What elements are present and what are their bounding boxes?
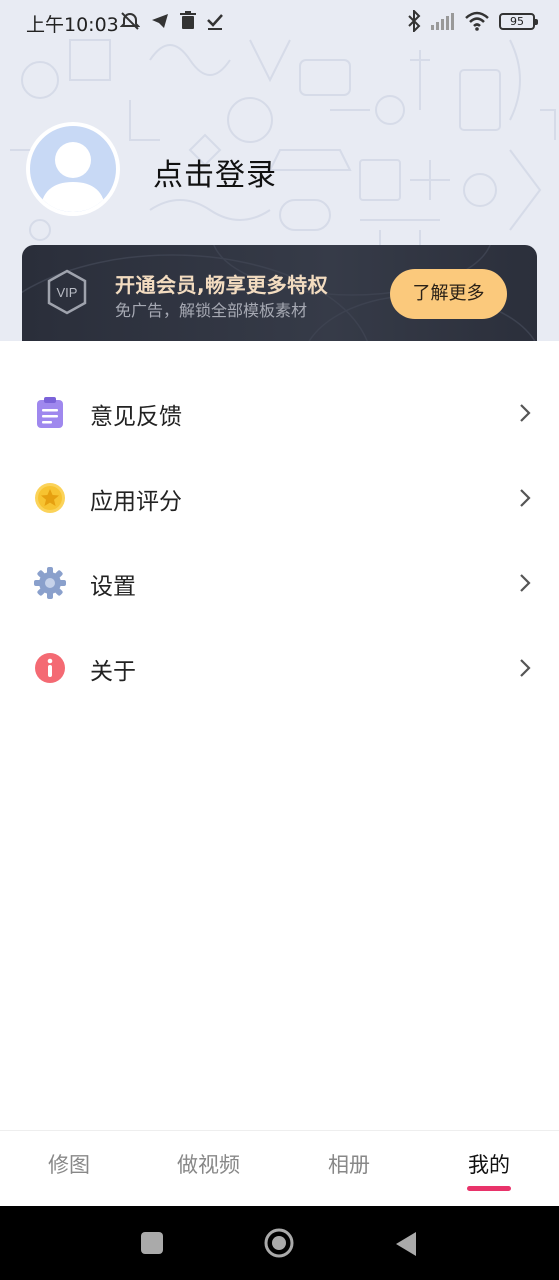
vip-title: 开通会员,畅享更多特权 — [115, 273, 329, 297]
tab-make-video[interactable]: 做视频 — [177, 1149, 240, 1179]
menu-label: 关于 — [90, 659, 136, 685]
back-button[interactable] — [394, 1231, 418, 1257]
learn-more-button[interactable]: 了解更多 — [390, 269, 507, 319]
avatar[interactable] — [26, 122, 120, 216]
battery-icon: 95 — [499, 12, 538, 30]
chevron-right-icon — [520, 489, 531, 507]
home-button[interactable] — [263, 1227, 295, 1259]
active-tab-indicator — [467, 1186, 511, 1191]
gear-icon — [34, 567, 66, 599]
trash-icon — [180, 11, 196, 29]
telegram-icon — [152, 14, 168, 28]
system-navigation-bar — [0, 1206, 559, 1280]
muted-alarm-icon — [120, 12, 140, 30]
vip-subtitle: 免广告，解锁全部模板素材 — [115, 301, 308, 320]
vip-badge-icon: VIP — [47, 269, 87, 315]
menu-item-feedback[interactable]: 意见反馈 — [0, 373, 559, 458]
bottom-tab-bar: 修图 做视频 相册 我的 — [0, 1130, 559, 1206]
recents-button[interactable] — [140, 1231, 164, 1255]
star-icon — [35, 483, 65, 513]
menu-item-rate-app[interactable]: 应用评分 — [0, 458, 559, 543]
default-user-icon — [40, 142, 106, 212]
settings-panel: 意见反馈 应用评分 设置 关于 — [0, 341, 559, 1130]
tab-mine[interactable]: 我的 — [468, 1149, 510, 1179]
chevron-right-icon — [520, 574, 531, 592]
menu-item-about[interactable]: 关于 — [0, 628, 559, 713]
vip-badge-text: VIP — [57, 285, 78, 300]
menu-item-settings[interactable]: 设置 — [0, 543, 559, 628]
chevron-right-icon — [520, 404, 531, 422]
info-icon — [35, 653, 65, 683]
login-link[interactable]: 点击登录 — [153, 150, 277, 194]
menu-label: 意见反馈 — [90, 404, 182, 430]
chevron-right-icon — [520, 659, 531, 677]
status-system-icons: 95 — [407, 10, 538, 32]
menu-label: 应用评分 — [90, 489, 182, 515]
wifi-icon — [465, 11, 489, 31]
bluetooth-icon — [408, 10, 421, 32]
menu-label: 设置 — [90, 574, 136, 600]
signal-icon — [431, 13, 454, 30]
status-bar: 上午10:03 95 — [0, 0, 559, 44]
tab-album[interactable]: 相册 — [328, 1149, 370, 1179]
tab-edit-photo[interactable]: 修图 — [48, 1149, 90, 1179]
status-notification-icons — [120, 10, 224, 32]
check-icon — [207, 14, 223, 30]
vip-banner[interactable]: VIP 开通会员,畅享更多特权 免广告，解锁全部模板素材 了解更多 — [22, 245, 537, 345]
feedback-icon — [37, 397, 63, 428]
status-time: 上午10:03 — [26, 14, 119, 36]
